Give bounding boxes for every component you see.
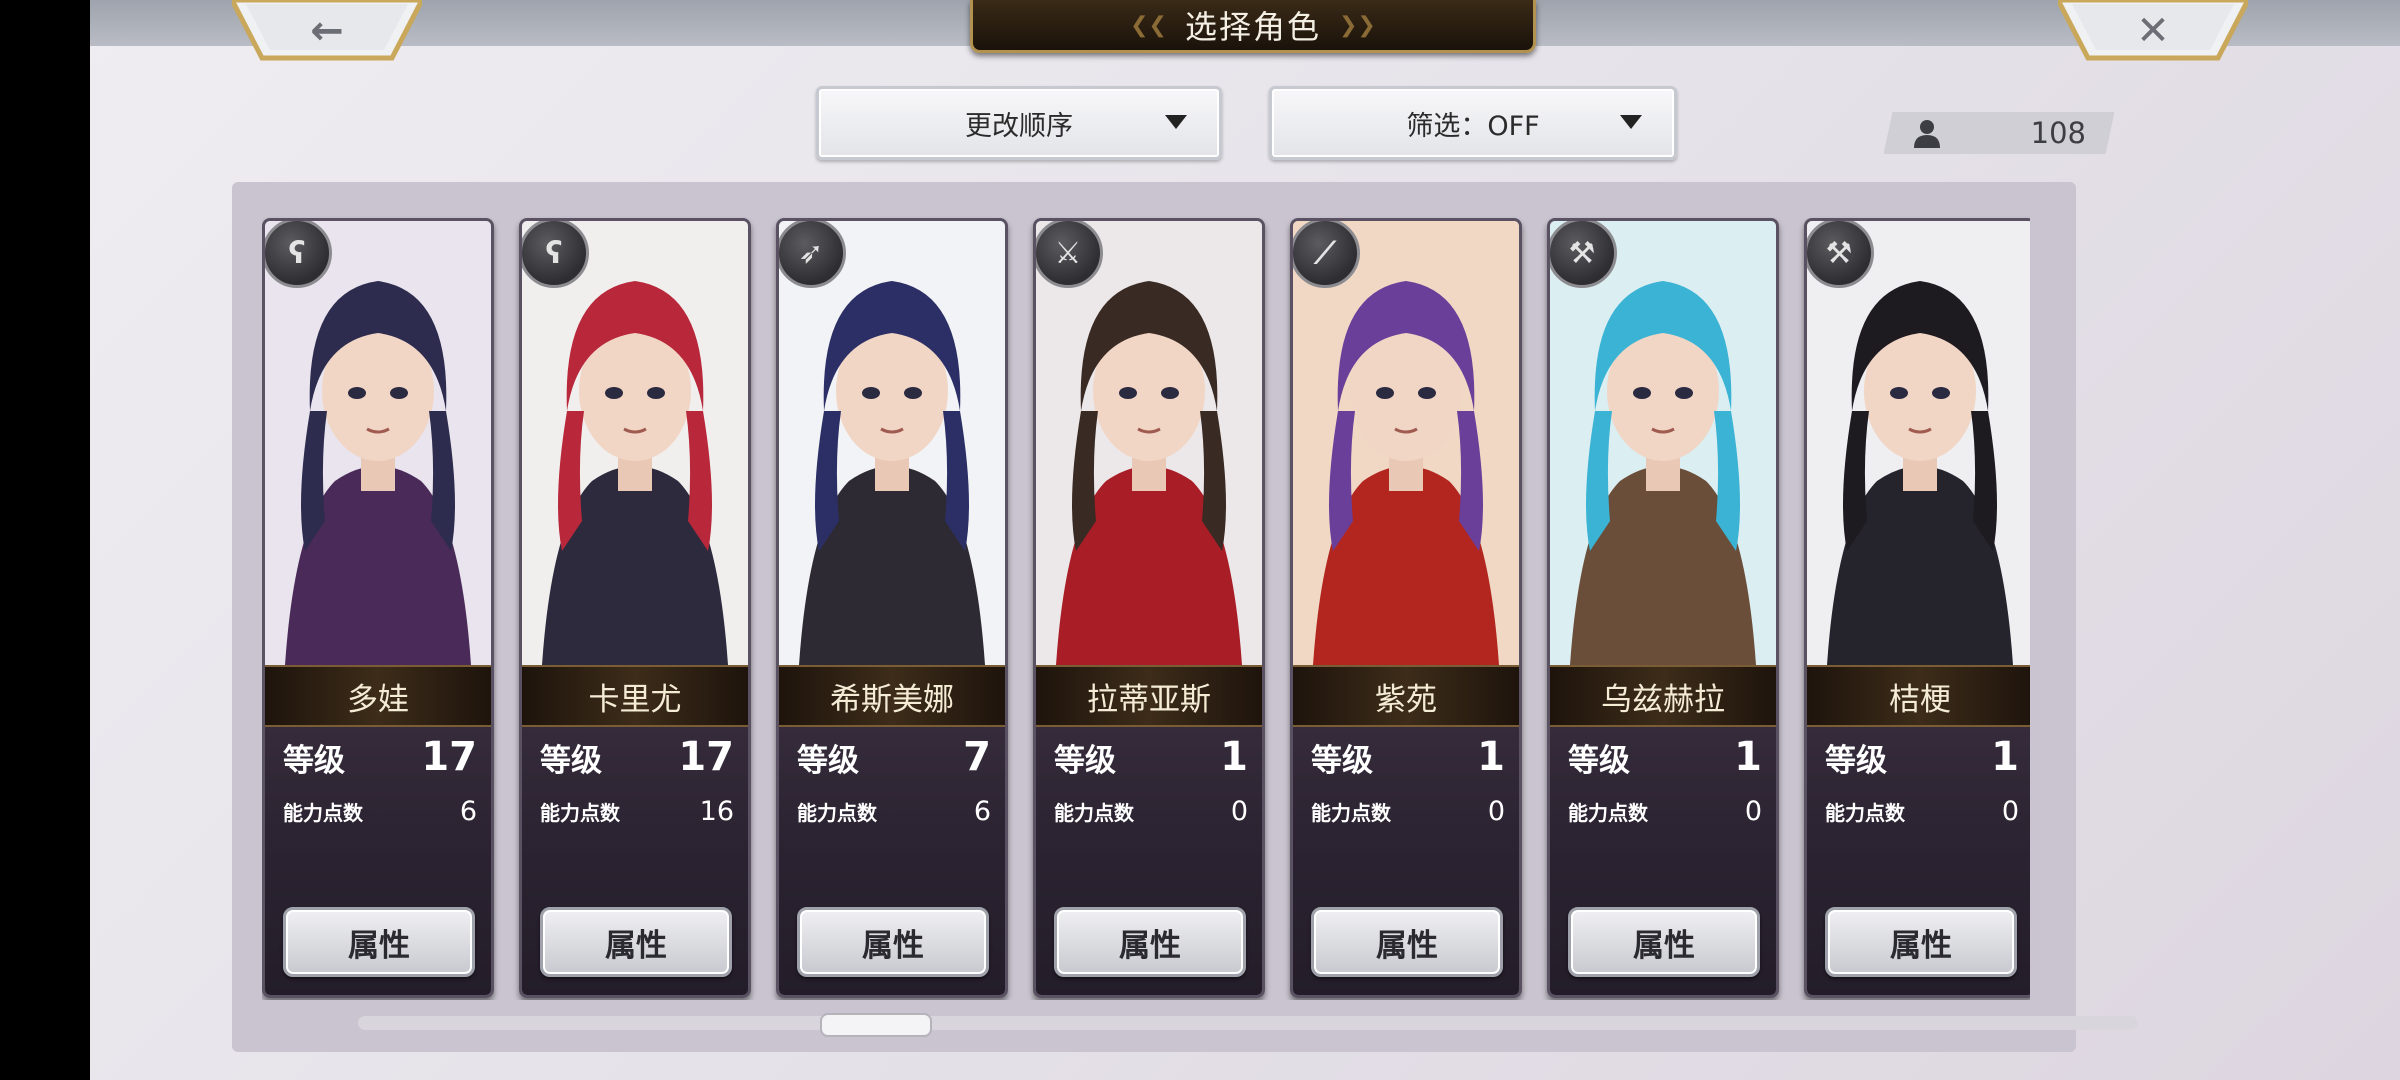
staff-icon: ʕ <box>265 221 332 288</box>
close-x-icon: ✕ <box>2136 8 2170 54</box>
character-name: 乌兹赫拉 <box>1550 665 1776 727</box>
level-value: 1 <box>1477 734 1505 780</box>
character-portrait[interactable]: ʕ <box>522 221 748 665</box>
attribute-button[interactable]: 属性 <box>1825 907 2017 977</box>
back-button[interactable]: ← <box>232 0 422 62</box>
close-button[interactable]: ✕ <box>2058 0 2248 62</box>
character-card[interactable]: ʕ 多娃等级 17 能力点数 6 属性 <box>262 218 494 998</box>
dropdown-arrow-icon <box>1165 115 1187 129</box>
horizontal-scrollbar[interactable] <box>358 1016 2138 1030</box>
ability-points-label: 能力点数 <box>1054 800 1134 825</box>
character-count: 108 <box>2030 116 2086 150</box>
level-value: 1 <box>1991 734 2019 780</box>
character-portrait[interactable]: ʕ <box>265 221 491 665</box>
attribute-button[interactable]: 属性 <box>283 907 475 977</box>
staff-icon: ʕ <box>522 221 589 288</box>
ornament-right-icon: ❯❯ <box>1339 12 1376 38</box>
attribute-button[interactable]: 属性 <box>1311 907 1503 977</box>
ability-points-label: 能力点数 <box>283 800 363 825</box>
attribute-button[interactable]: 属性 <box>540 907 732 977</box>
character-portrait[interactable]: ⟋ <box>1293 221 1519 665</box>
page-title: 选择角色 <box>1184 8 1321 46</box>
character-card[interactable]: ⚒ 桔梗等级 1 能力点数 0 属性 <box>1804 218 2030 998</box>
filter-dropdown[interactable]: 筛选：OFF <box>1269 86 1677 160</box>
arrow-left-icon: ← <box>310 8 344 54</box>
ability-points-label: 能力点数 <box>1568 800 1648 825</box>
katana-icon: ⟋ <box>1293 221 1360 288</box>
attribute-button[interactable]: 属性 <box>1568 907 1760 977</box>
ability-points-row: 能力点数 6 <box>797 789 991 833</box>
character-name: 希斯美娜 <box>779 665 1005 727</box>
ability-points-label: 能力点数 <box>1311 800 1391 825</box>
level-value: 17 <box>678 734 734 780</box>
ability-points-row: 能力点数 16 <box>540 789 734 833</box>
title-plate: ❮❮ 选择角色 ❯❯ <box>970 0 1536 53</box>
level-row: 等级 1 <box>1054 731 1248 783</box>
sword-icon: ⚔ <box>1036 221 1103 288</box>
ability-points-value: 0 <box>1487 795 1505 827</box>
ability-points-row: 能力点数 0 <box>1054 789 1248 833</box>
character-name: 卡里尤 <box>522 665 748 727</box>
attribute-button[interactable]: 属性 <box>1054 907 1246 977</box>
level-value: 1 <box>1220 734 1248 780</box>
ability-points-value: 0 <box>1744 795 1762 827</box>
character-portrait[interactable]: ➶ <box>779 221 1005 665</box>
level-label: 等级 <box>1568 742 1630 779</box>
ability-points-value: 6 <box>459 795 477 827</box>
sort-order-dropdown[interactable]: 更改顺序 <box>816 86 1222 160</box>
spear-icon: ➶ <box>779 221 846 288</box>
ability-points-row: 能力点数 0 <box>1568 789 1762 833</box>
character-card-list[interactable]: ʕ 多娃 等级 17 能力点数 6 属性 ʕ 卡里尤 等级 17 能力点数 16 属性 ➶ 希斯美娜 等级 7 能力… <box>262 212 2030 1000</box>
ability-points-row: 能力点数 6 <box>283 789 477 833</box>
ability-points-label: 能力点数 <box>1825 800 1905 825</box>
character-count-badge: 108 <box>1888 112 2110 154</box>
level-row: 等级 1 <box>1311 731 1505 783</box>
character-name: 拉蒂亚斯 <box>1036 665 1262 727</box>
level-label: 等级 <box>1054 742 1116 779</box>
filter-label: 筛选：OFF <box>1406 110 1540 142</box>
character-name: 紫苑 <box>1293 665 1519 727</box>
level-row: 等级 1 <box>1568 731 1762 783</box>
character-portrait[interactable]: ⚔ <box>1036 221 1262 665</box>
sort-order-label: 更改顺序 <box>965 110 1073 142</box>
level-value: 17 <box>421 734 477 780</box>
level-row: 等级 17 <box>283 731 477 783</box>
level-label: 等级 <box>540 742 602 779</box>
level-label: 等级 <box>1825 742 1887 779</box>
level-value: 7 <box>963 734 991 780</box>
ability-points-value: 0 <box>1230 795 1248 827</box>
character-card[interactable]: ⚔ 拉蒂亚斯等级 1 能力点数 0 属性 <box>1033 218 1265 998</box>
attribute-button[interactable]: 属性 <box>797 907 989 977</box>
ability-points-value: 0 <box>2001 795 2019 827</box>
level-label: 等级 <box>1311 742 1373 779</box>
level-row: 等级 17 <box>540 731 734 783</box>
character-card[interactable]: ʕ 卡里尤等级 17 能力点数 16 属性 <box>519 218 751 998</box>
character-name: 桔梗 <box>1807 665 2030 727</box>
ability-points-row: 能力点数 0 <box>1311 789 1505 833</box>
character-card[interactable]: ⟋ 紫苑等级 1 能力点数 0 属性 <box>1290 218 1522 998</box>
level-value: 1 <box>1734 734 1762 780</box>
character-card[interactable]: ⚒ 乌兹赫拉等级 1 能力点数 0 属性 <box>1547 218 1779 998</box>
axe-icon: ⚒ <box>1807 221 1874 288</box>
character-card[interactable]: ➶ 希斯美娜等级 7 能力点数 6 属性 <box>776 218 1008 998</box>
dropdown-arrow-icon <box>1620 115 1642 129</box>
ability-points-label: 能力点数 <box>797 800 877 825</box>
level-label: 等级 <box>797 742 859 779</box>
axe-icon: ⚒ <box>1550 221 1617 288</box>
character-portrait[interactable]: ⚒ <box>1807 221 2030 665</box>
ability-points-value: 16 <box>699 795 734 827</box>
scrollbar-thumb[interactable] <box>820 1013 932 1037</box>
level-row: 等级 1 <box>1825 731 2019 783</box>
character-name: 多娃 <box>265 665 491 727</box>
ability-points-value: 6 <box>973 795 991 827</box>
level-row: 等级 7 <box>797 731 991 783</box>
character-portrait[interactable]: ⚒ <box>1550 221 1776 665</box>
ability-points-row: 能力点数 0 <box>1825 789 2019 833</box>
level-label: 等级 <box>283 742 345 779</box>
ability-points-label: 能力点数 <box>540 800 620 825</box>
ornament-left-icon: ❮❮ <box>1130 12 1167 38</box>
person-icon <box>1914 120 1940 148</box>
